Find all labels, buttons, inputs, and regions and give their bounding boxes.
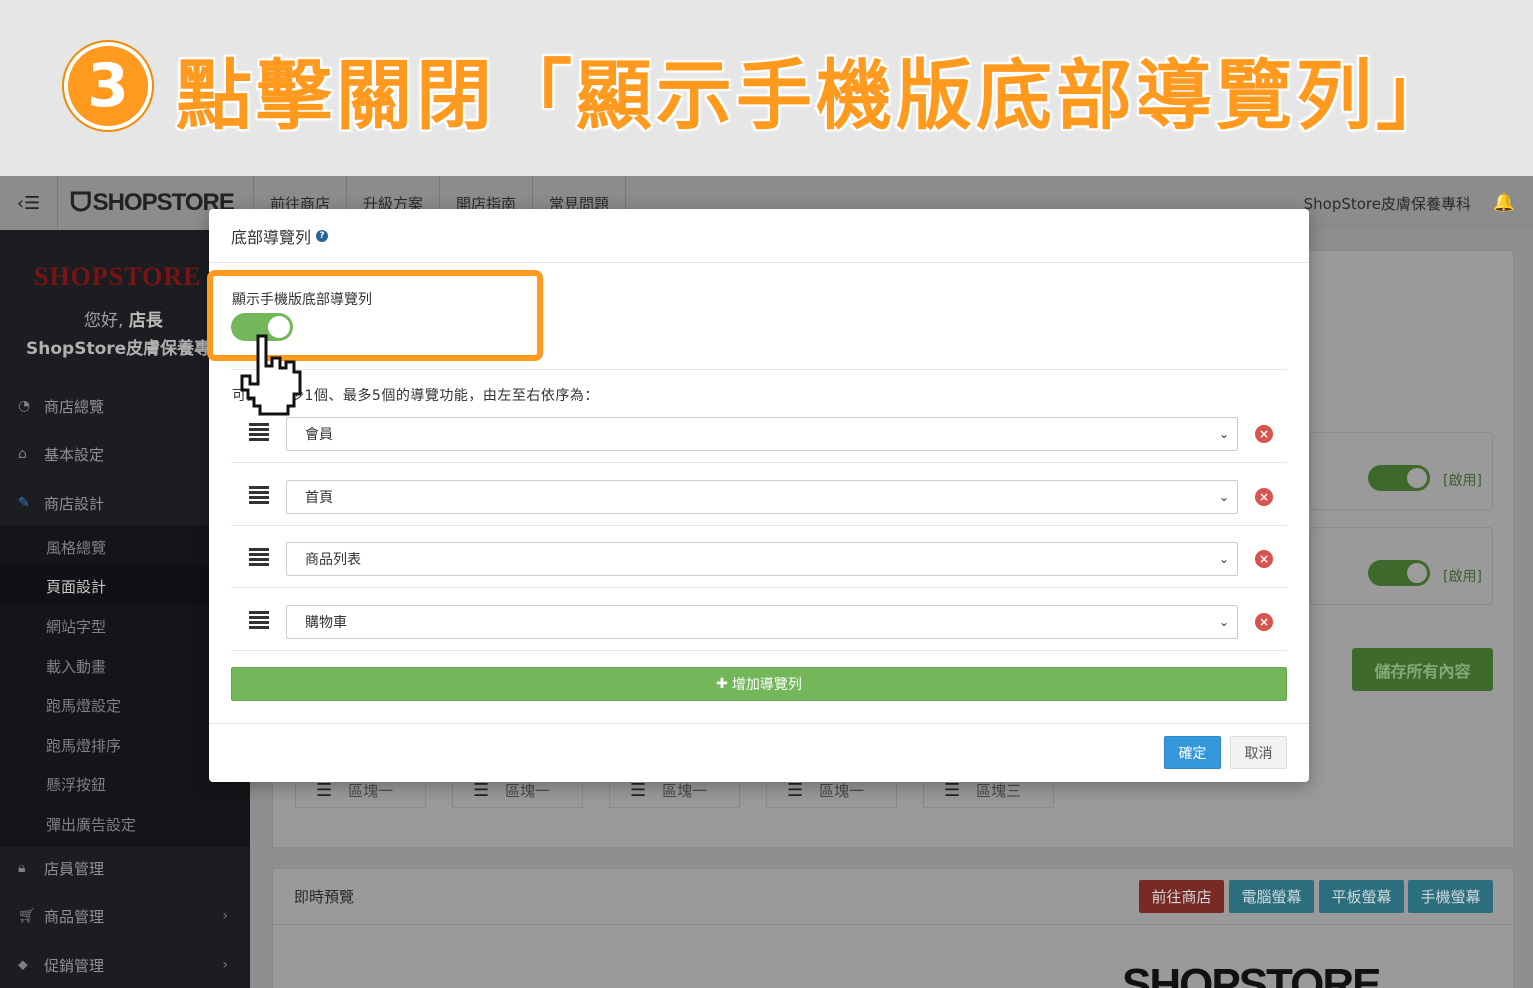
remove-icon[interactable]: × (1255, 613, 1273, 631)
chevron-down-icon: ⌄ (1218, 552, 1229, 566)
drag-handle-icon: ☰ (944, 779, 961, 801)
instruction-title: 點擊關閉「顯示手機版底部導覽列」 (175, 50, 1456, 141)
drag-handle-icon[interactable] (249, 423, 269, 443)
greeting-prefix: 您好, (84, 311, 124, 331)
sidebar-store-name: ShopStore皮膚保養專科 (26, 339, 229, 359)
preview-mobile-button[interactable]: 手機螢幕 (1408, 880, 1493, 913)
drag-handle-icon[interactable] (249, 548, 269, 568)
sidebar-logo: SHOPSTORE (34, 262, 202, 291)
sidebar-sub-popup-ads[interactable]: 彈出廣告設定 (0, 804, 250, 844)
sidebar-item-label: 基本設定 (44, 445, 105, 464)
block-label: 區塊三 (976, 781, 1022, 800)
sidebar-item-label: 商店設計 (44, 494, 105, 513)
background-toggle[interactable] (1368, 465, 1430, 491)
nav-select-value: 商品列表 (305, 552, 361, 568)
nav-row: 商品列表 ⌄ × (231, 526, 1287, 588)
brush-icon: ✎ (18, 495, 30, 511)
nav-select[interactable]: 首頁 ⌄ (286, 480, 1238, 514)
greeting-role: 店長 (128, 311, 163, 331)
nav-select[interactable]: 商品列表 ⌄ (286, 542, 1238, 576)
sidebar-item-label: 商品管理 (44, 907, 105, 926)
tag-icon: ⬥ (18, 957, 28, 973)
sidebar-item-promotions[interactable]: ⬥ 促銷管理 › (0, 945, 250, 985)
bell-icon[interactable]: 🔔 (1493, 192, 1515, 213)
background-toggle[interactable] (1368, 560, 1430, 586)
drag-handle-icon: ☰ (473, 779, 490, 801)
preview-go-store-button[interactable]: 前往商店 (1139, 880, 1224, 913)
hand-pointer-icon (240, 334, 302, 416)
nav-row: 首頁 ⌄ × (231, 464, 1287, 526)
save-all-button[interactable]: 儲存所有內容 (1352, 648, 1493, 691)
instruction-banner: 3 點擊關閉「顯示手機版底部導覽列」 (0, 0, 1533, 176)
remove-icon[interactable]: × (1255, 488, 1273, 506)
chevron-down-icon: ⌄ (1218, 615, 1229, 629)
modal-title: 底部導覽列 (231, 227, 312, 247)
preview-desktop-button[interactable]: 電腦螢幕 (1229, 880, 1314, 913)
cancel-button[interactable]: 取消 (1230, 736, 1287, 769)
add-nav-label: 增加導覽列 (731, 677, 802, 693)
nav-select-value: 購物車 (305, 615, 347, 631)
bank-icon: ⌂ (18, 446, 27, 462)
confirm-button[interactable]: 確定 (1164, 736, 1221, 769)
lock-icon: 🔒︎ (18, 860, 26, 876)
nav-select-value: 會員 (305, 427, 333, 443)
sidebar-item-products[interactable]: 🛒︎ 商品管理 › (0, 896, 250, 936)
sidebar-item-label: 店員管理 (44, 859, 105, 878)
plus-icon: ✚ (716, 676, 728, 692)
dashboard-icon: ◔ (18, 398, 31, 414)
modal-header: 底部導覽列 ? (209, 209, 1309, 263)
logo-mark-icon: ᗜ (70, 187, 92, 217)
chevron-down-icon: ⌄ (1218, 427, 1229, 441)
question-circle-icon[interactable]: ? (316, 229, 329, 242)
cart-icon: 🛒︎ (18, 908, 36, 924)
preview-divider (272, 924, 1514, 925)
enabled-label: [啟用] (1443, 473, 1482, 489)
nav-select[interactable]: 購物車 ⌄ (286, 605, 1238, 639)
remove-icon[interactable]: × (1255, 550, 1273, 568)
sidebar-item-label: 商店總覽 (44, 397, 105, 416)
enabled-label: [啟用] (1443, 569, 1482, 585)
greeting: 您好, 店長 (84, 306, 163, 331)
chevron-right-icon: › (222, 908, 228, 924)
block-label: 區塊一 (505, 781, 551, 800)
nav-select-value: 首頁 (305, 490, 333, 506)
nav-row: 會員 ⌄ × (231, 401, 1287, 463)
preview-title: 即時預覽 (294, 888, 355, 906)
chevron-down-icon: ⌄ (1218, 490, 1229, 504)
nav-select[interactable]: 會員 ⌄ (286, 417, 1238, 451)
modal-footer-divider (209, 723, 1309, 724)
nav-row: 購物車 ⌄ × (231, 589, 1287, 651)
block-label: 區塊一 (662, 781, 708, 800)
step-number-badge: 3 (64, 42, 152, 130)
preview-logo: SHOPSTORE (1122, 960, 1381, 988)
sidebar-toggle-button[interactable]: ‹☰ (0, 176, 58, 230)
drag-handle-icon: ☰ (630, 779, 647, 801)
sidebar-item-staff[interactable]: 🔒︎ 店員管理 (0, 848, 250, 888)
add-nav-button[interactable]: ✚ 增加導覽列 (231, 667, 1287, 701)
block-label: 區塊一 (819, 781, 865, 800)
drag-handle-icon[interactable] (249, 486, 269, 506)
block-label: 區塊一 (348, 781, 394, 800)
chevron-right-icon: › (222, 957, 228, 973)
drag-handle-icon: ☰ (787, 779, 804, 801)
modal-divider (231, 369, 1287, 370)
preview-tablet-button[interactable]: 平板螢幕 (1319, 880, 1404, 913)
remove-icon[interactable]: × (1255, 425, 1273, 443)
drag-handle-icon: ☰ (316, 779, 333, 801)
sidebar-item-label: 促銷管理 (44, 956, 105, 975)
header-store-name[interactable]: ShopStore皮膚保養專科 (1304, 176, 1471, 230)
drag-handle-icon[interactable] (249, 611, 269, 631)
